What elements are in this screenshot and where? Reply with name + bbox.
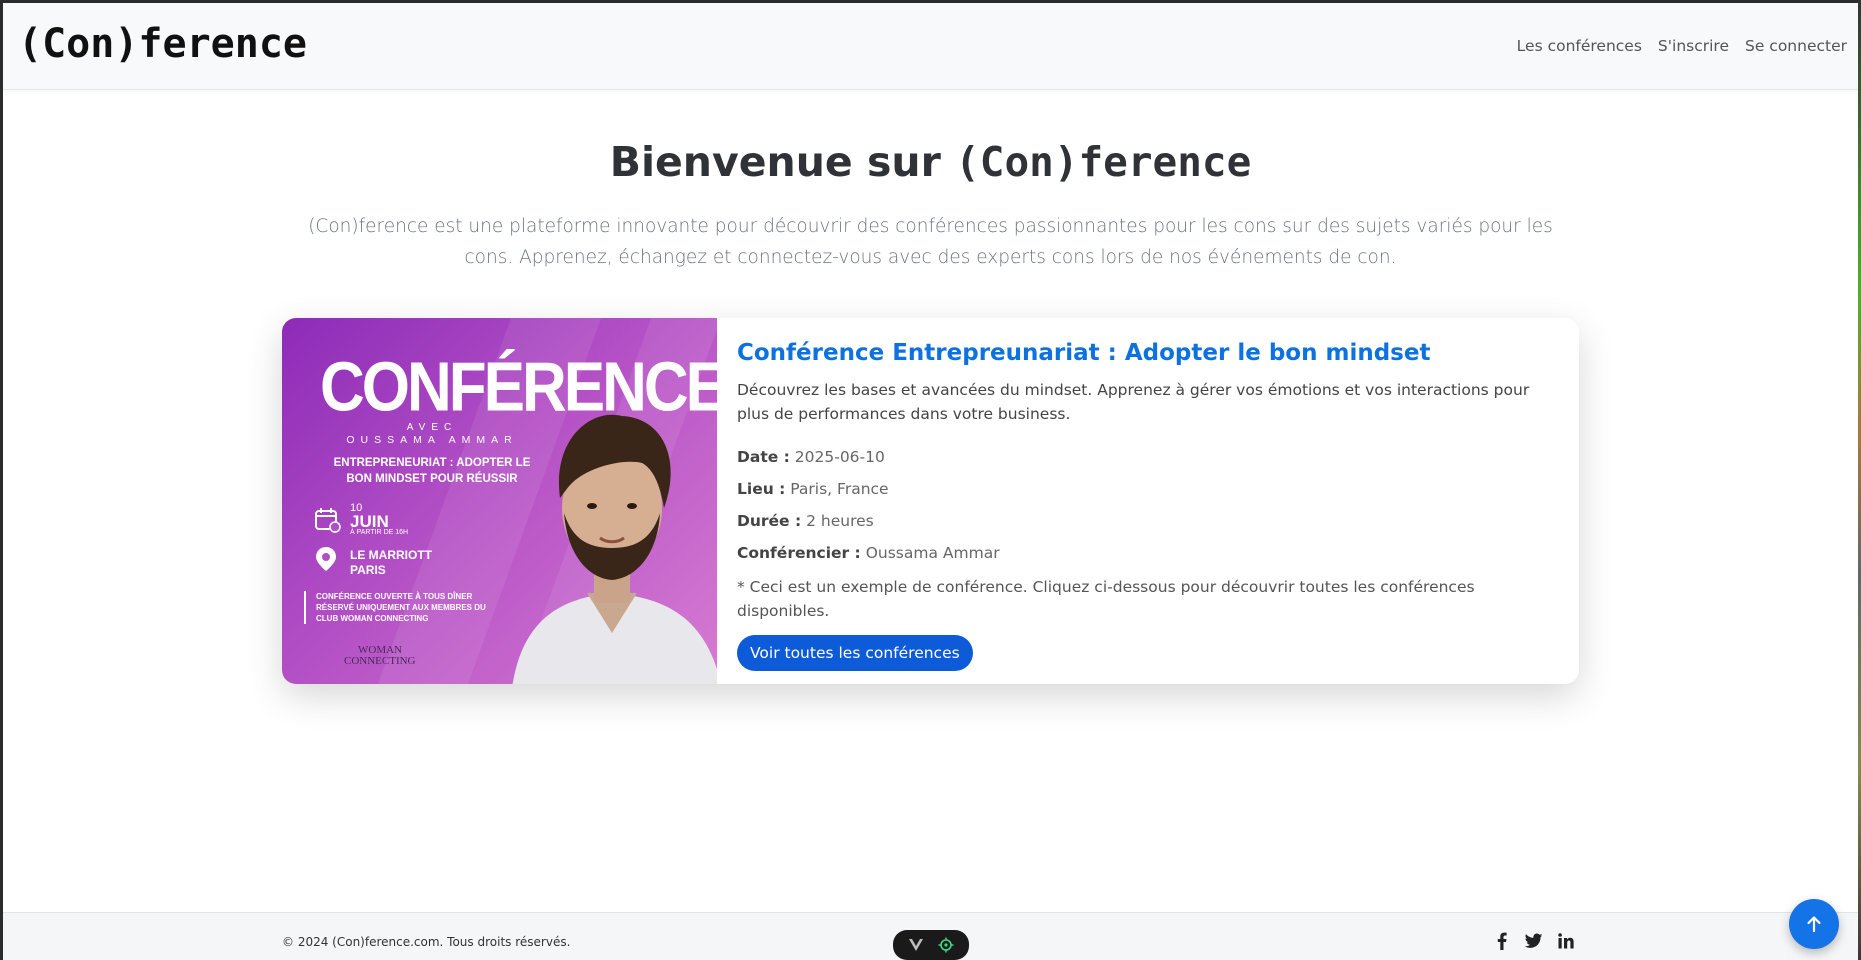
conference-meta: Date : 2025-06-10 Lieu : Paris, France D…	[737, 441, 1547, 569]
hero-title-prefix: Bienvenue sur	[609, 138, 941, 186]
poster-logo: WOMAN CONNECTING	[344, 645, 416, 667]
linkedin-icon[interactable]	[1557, 932, 1575, 950]
scroll-to-top-button[interactable]	[1789, 899, 1839, 949]
view-all-conferences-button[interactable]: Voir toutes les conférences	[737, 635, 973, 671]
poster-date-month: JUIN	[350, 512, 389, 531]
poster-logo-line2: CONNECTING	[344, 655, 416, 667]
card-note: * Ceci est un exemple de conférence. Cli…	[737, 578, 1475, 620]
card-body: Conférence Entrepreunariat : Adopter le …	[737, 336, 1547, 671]
arrow-up-icon	[1807, 916, 1821, 933]
navbar: (Con)ference Les conférences S'inscrire …	[3, 3, 1858, 90]
hero-description: (Con)ference est une plateforme innovant…	[308, 216, 1553, 268]
poster-place-line1: LE MARRIOTT	[350, 548, 432, 562]
meta-speaker: Conférencier : Oussama Ammar	[737, 537, 1547, 569]
meta-speaker-label: Conférencier :	[737, 544, 861, 562]
dev-toolbar-pill[interactable]	[893, 930, 969, 960]
meta-location-value: Paris, France	[790, 480, 889, 498]
meta-duration: Durée : 2 heures	[737, 505, 1547, 537]
nav-link-register[interactable]: S'inscrire	[1658, 37, 1729, 55]
conference-poster-image: CONFÉRENCE AVEC OUSSAMA AMMAR ENTREPRENE…	[282, 318, 717, 684]
poster-place-line2: PARIS	[350, 563, 386, 577]
browser-viewport: (Con)ference Les conférences S'inscrire …	[3, 3, 1858, 960]
nav-links: Les conférences S'inscrire Se connecter	[1517, 37, 1847, 55]
meta-speaker-value: Oussama Ammar	[865, 544, 1000, 562]
target-icon[interactable]	[938, 937, 954, 953]
social-links	[1493, 932, 1575, 950]
meta-date-label: Date :	[737, 448, 790, 466]
brand-logo[interactable]: (Con)ference	[18, 21, 307, 67]
poster-date-time: À PARTIR DE 16H	[350, 529, 409, 536]
hero-title: Bienvenue sur (Con)ference	[3, 138, 1858, 186]
map-pin-icon	[316, 547, 336, 571]
meta-location-label: Lieu :	[737, 480, 786, 498]
copyright: © 2024 (Con)ference.com. Tous droits rés…	[282, 935, 571, 949]
meta-date: Date : 2025-06-10	[737, 441, 1547, 473]
twitter-icon[interactable]	[1525, 932, 1543, 950]
card-title[interactable]: Conférence Entrepreunariat : Adopter le …	[737, 336, 1547, 370]
nav-link-conferences[interactable]: Les conférences	[1517, 37, 1642, 55]
meta-location: Lieu : Paris, France	[737, 473, 1547, 505]
vue-logo-icon[interactable]	[908, 938, 924, 952]
meta-date-value: 2025-06-10	[794, 448, 885, 466]
calendar-icon	[315, 508, 341, 533]
footer: © 2024 (Con)ference.com. Tous droits rés…	[3, 912, 1858, 960]
featured-conference-card: CONFÉRENCE AVEC OUSSAMA AMMAR ENTREPRENE…	[282, 318, 1579, 684]
poster-note: CONFÉRENCE OUVERTE À TOUS DÎNER RÉSERVÉ …	[304, 591, 494, 624]
nav-link-login[interactable]: Se connecter	[1745, 37, 1847, 55]
facebook-icon[interactable]	[1493, 932, 1511, 950]
meta-duration-value: 2 heures	[806, 512, 874, 530]
card-description: Découvrez les bases et avancées du minds…	[737, 381, 1530, 423]
speaker-photo	[512, 414, 717, 684]
meta-duration-label: Durée :	[737, 512, 802, 530]
hero-title-brand: (Con)ference	[955, 138, 1252, 186]
